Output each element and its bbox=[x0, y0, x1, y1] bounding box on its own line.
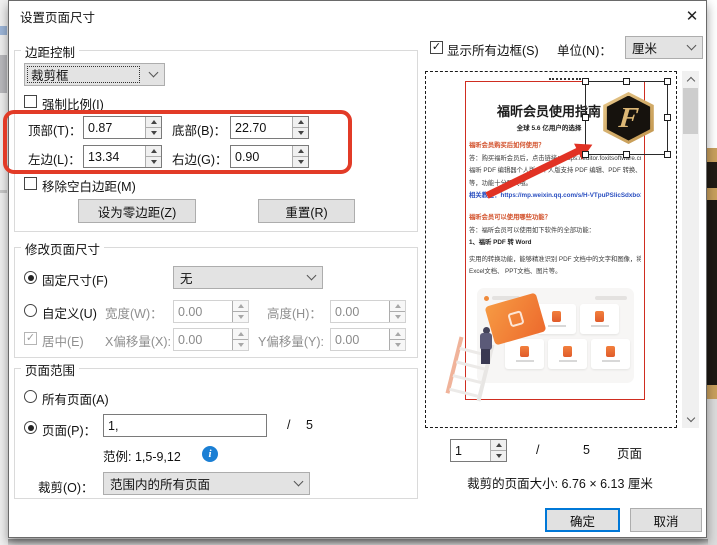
spin-down-icon bbox=[233, 311, 248, 322]
unit-label: 单位(N)： bbox=[557, 40, 612, 59]
scrollbar-thumb[interactable] bbox=[683, 88, 698, 134]
info-icon[interactable]: i bbox=[202, 446, 218, 462]
spin-down-icon bbox=[233, 339, 248, 350]
fixed-size-label: 固定尺寸(F) bbox=[42, 270, 108, 289]
selection-handle[interactable] bbox=[664, 78, 671, 85]
logo-selection-box[interactable] bbox=[585, 81, 668, 155]
illustration-mini-card bbox=[591, 339, 630, 369]
reset-button[interactable]: 重置(R) bbox=[258, 199, 355, 223]
y-offset-label: Y偏移量(Y): bbox=[258, 331, 324, 350]
crop-size-label: 裁剪的页面大小: bbox=[467, 477, 558, 491]
background-app-right-strip bbox=[707, 0, 717, 545]
height-spinner bbox=[330, 300, 406, 323]
spin-up-icon bbox=[233, 329, 248, 339]
spin-up-icon bbox=[390, 301, 405, 311]
unit-dropdown[interactable]: 厘米 bbox=[625, 36, 703, 59]
chevron-down-icon bbox=[142, 73, 164, 76]
margin-preset-dropdown[interactable]: 裁剪框 bbox=[24, 63, 165, 86]
preview-page-slash: / bbox=[536, 443, 539, 457]
custom-size-label: 自定义(U) bbox=[42, 303, 97, 322]
width-input bbox=[174, 301, 232, 322]
force-ratio-checkbox[interactable] bbox=[24, 95, 37, 108]
fixed-size-radio[interactable] bbox=[24, 271, 37, 284]
spin-up-icon bbox=[390, 329, 405, 339]
zero-margin-button[interactable]: 设为零边距(Z) bbox=[78, 199, 196, 223]
preview-pages-label: 页面 bbox=[617, 443, 642, 462]
spin-down-icon[interactable] bbox=[491, 450, 506, 461]
x-offset-label: X偏移量(X): bbox=[105, 331, 171, 350]
selection-handle[interactable] bbox=[664, 151, 671, 158]
spin-up-icon[interactable] bbox=[491, 440, 506, 450]
preview-total-pages: 5 bbox=[583, 443, 590, 457]
x-offset-input bbox=[174, 329, 232, 350]
crop-size-unit: 厘米 bbox=[628, 477, 653, 491]
illustration-mini-card bbox=[580, 304, 619, 334]
margin-control-group-label: 边距控制 bbox=[21, 42, 79, 61]
height-label: 高度(H)： bbox=[267, 303, 322, 322]
page-edge-dots bbox=[549, 78, 581, 80]
selection-handle[interactable] bbox=[582, 114, 589, 121]
fixed-size-dropdown-value: 无 bbox=[174, 268, 300, 287]
chevron-down-icon bbox=[300, 276, 322, 279]
height-input bbox=[331, 301, 389, 322]
x-offset-spinner bbox=[173, 328, 249, 351]
selection-handle[interactable] bbox=[623, 78, 630, 85]
custom-size-radio[interactable] bbox=[24, 304, 37, 317]
cancel-button[interactable]: 取消 bbox=[630, 508, 702, 532]
preview-page-input[interactable] bbox=[451, 440, 490, 461]
y-offset-input bbox=[331, 329, 389, 350]
close-icon[interactable]: ✕ bbox=[680, 4, 704, 28]
chevron-down-icon bbox=[287, 482, 309, 485]
dialog-shadow bbox=[8, 539, 708, 545]
margin-preset-dropdown-value: 裁剪框 bbox=[25, 65, 142, 84]
red-annotation-box bbox=[3, 110, 352, 174]
crop-scope-dropdown[interactable]: 范围内的所有页面 bbox=[103, 472, 310, 495]
scroll-down-icon[interactable] bbox=[682, 411, 699, 428]
illustration-mini-card bbox=[505, 339, 544, 369]
pages-example: 范例: 1,5-9,12 bbox=[103, 446, 181, 465]
pages-radio-label: 页面(P)： bbox=[42, 420, 96, 439]
fixed-size-dropdown[interactable]: 无 bbox=[173, 266, 323, 289]
pages-total: 5 bbox=[306, 418, 313, 432]
all-pages-radio[interactable] bbox=[24, 390, 37, 403]
preview-page-spinner bbox=[450, 439, 507, 462]
pages-slash: / bbox=[287, 418, 290, 432]
selection-handle[interactable] bbox=[623, 151, 630, 158]
illustration-pill bbox=[595, 296, 627, 300]
pages-radio[interactable] bbox=[24, 421, 37, 434]
unit-dropdown-value: 厘米 bbox=[626, 38, 680, 57]
all-pages-label: 所有页面(A) bbox=[42, 389, 109, 408]
chevron-down-icon bbox=[680, 46, 702, 49]
illustration-mini-card bbox=[548, 339, 587, 369]
selection-handle[interactable] bbox=[664, 114, 671, 121]
remove-blank-margin-label: 移除空白边距(M) bbox=[42, 176, 136, 195]
center-checkbox bbox=[24, 332, 37, 345]
selection-handle[interactable] bbox=[582, 151, 589, 158]
show-borders-label: 显示所有边框(S) bbox=[447, 40, 539, 59]
spin-down-icon bbox=[390, 311, 405, 322]
pages-input[interactable] bbox=[103, 414, 267, 437]
width-label: 宽度(W)： bbox=[105, 303, 163, 322]
screenshot-canvas: 设置页面尺寸 ✕ 边距控制 裁剪框 强制比例(I) 顶部(T)： 底部(B)： … bbox=[0, 0, 717, 545]
crop-size-readout: 裁剪的页面大小: 6.76 × 6.13 厘米 bbox=[425, 473, 695, 492]
crop-scope-dropdown-value: 范围内的所有页面 bbox=[104, 474, 287, 493]
spin-up-icon bbox=[233, 301, 248, 311]
crop-size-value: 6.76 × 6.13 bbox=[562, 477, 625, 491]
crop-scope-label: 裁剪(O)： bbox=[38, 477, 94, 496]
show-borders-checkbox[interactable] bbox=[430, 41, 443, 54]
scroll-up-icon[interactable] bbox=[682, 71, 699, 88]
ok-button[interactable]: 确定 bbox=[545, 508, 620, 532]
illustration-dot bbox=[484, 296, 489, 301]
preview-scrollbar[interactable] bbox=[682, 71, 699, 428]
center-label: 居中(E) bbox=[42, 331, 84, 350]
y-offset-spinner bbox=[330, 328, 406, 351]
width-spinner bbox=[173, 300, 249, 323]
spin-down-icon bbox=[390, 339, 405, 350]
resize-group-label: 修改页面尺寸 bbox=[21, 239, 104, 258]
page-range-group-label: 页面范围 bbox=[21, 360, 79, 379]
selection-handle[interactable] bbox=[582, 78, 589, 85]
remove-blank-margin-checkbox[interactable] bbox=[24, 177, 37, 190]
dialog-title: 设置页面尺寸 bbox=[20, 7, 95, 26]
